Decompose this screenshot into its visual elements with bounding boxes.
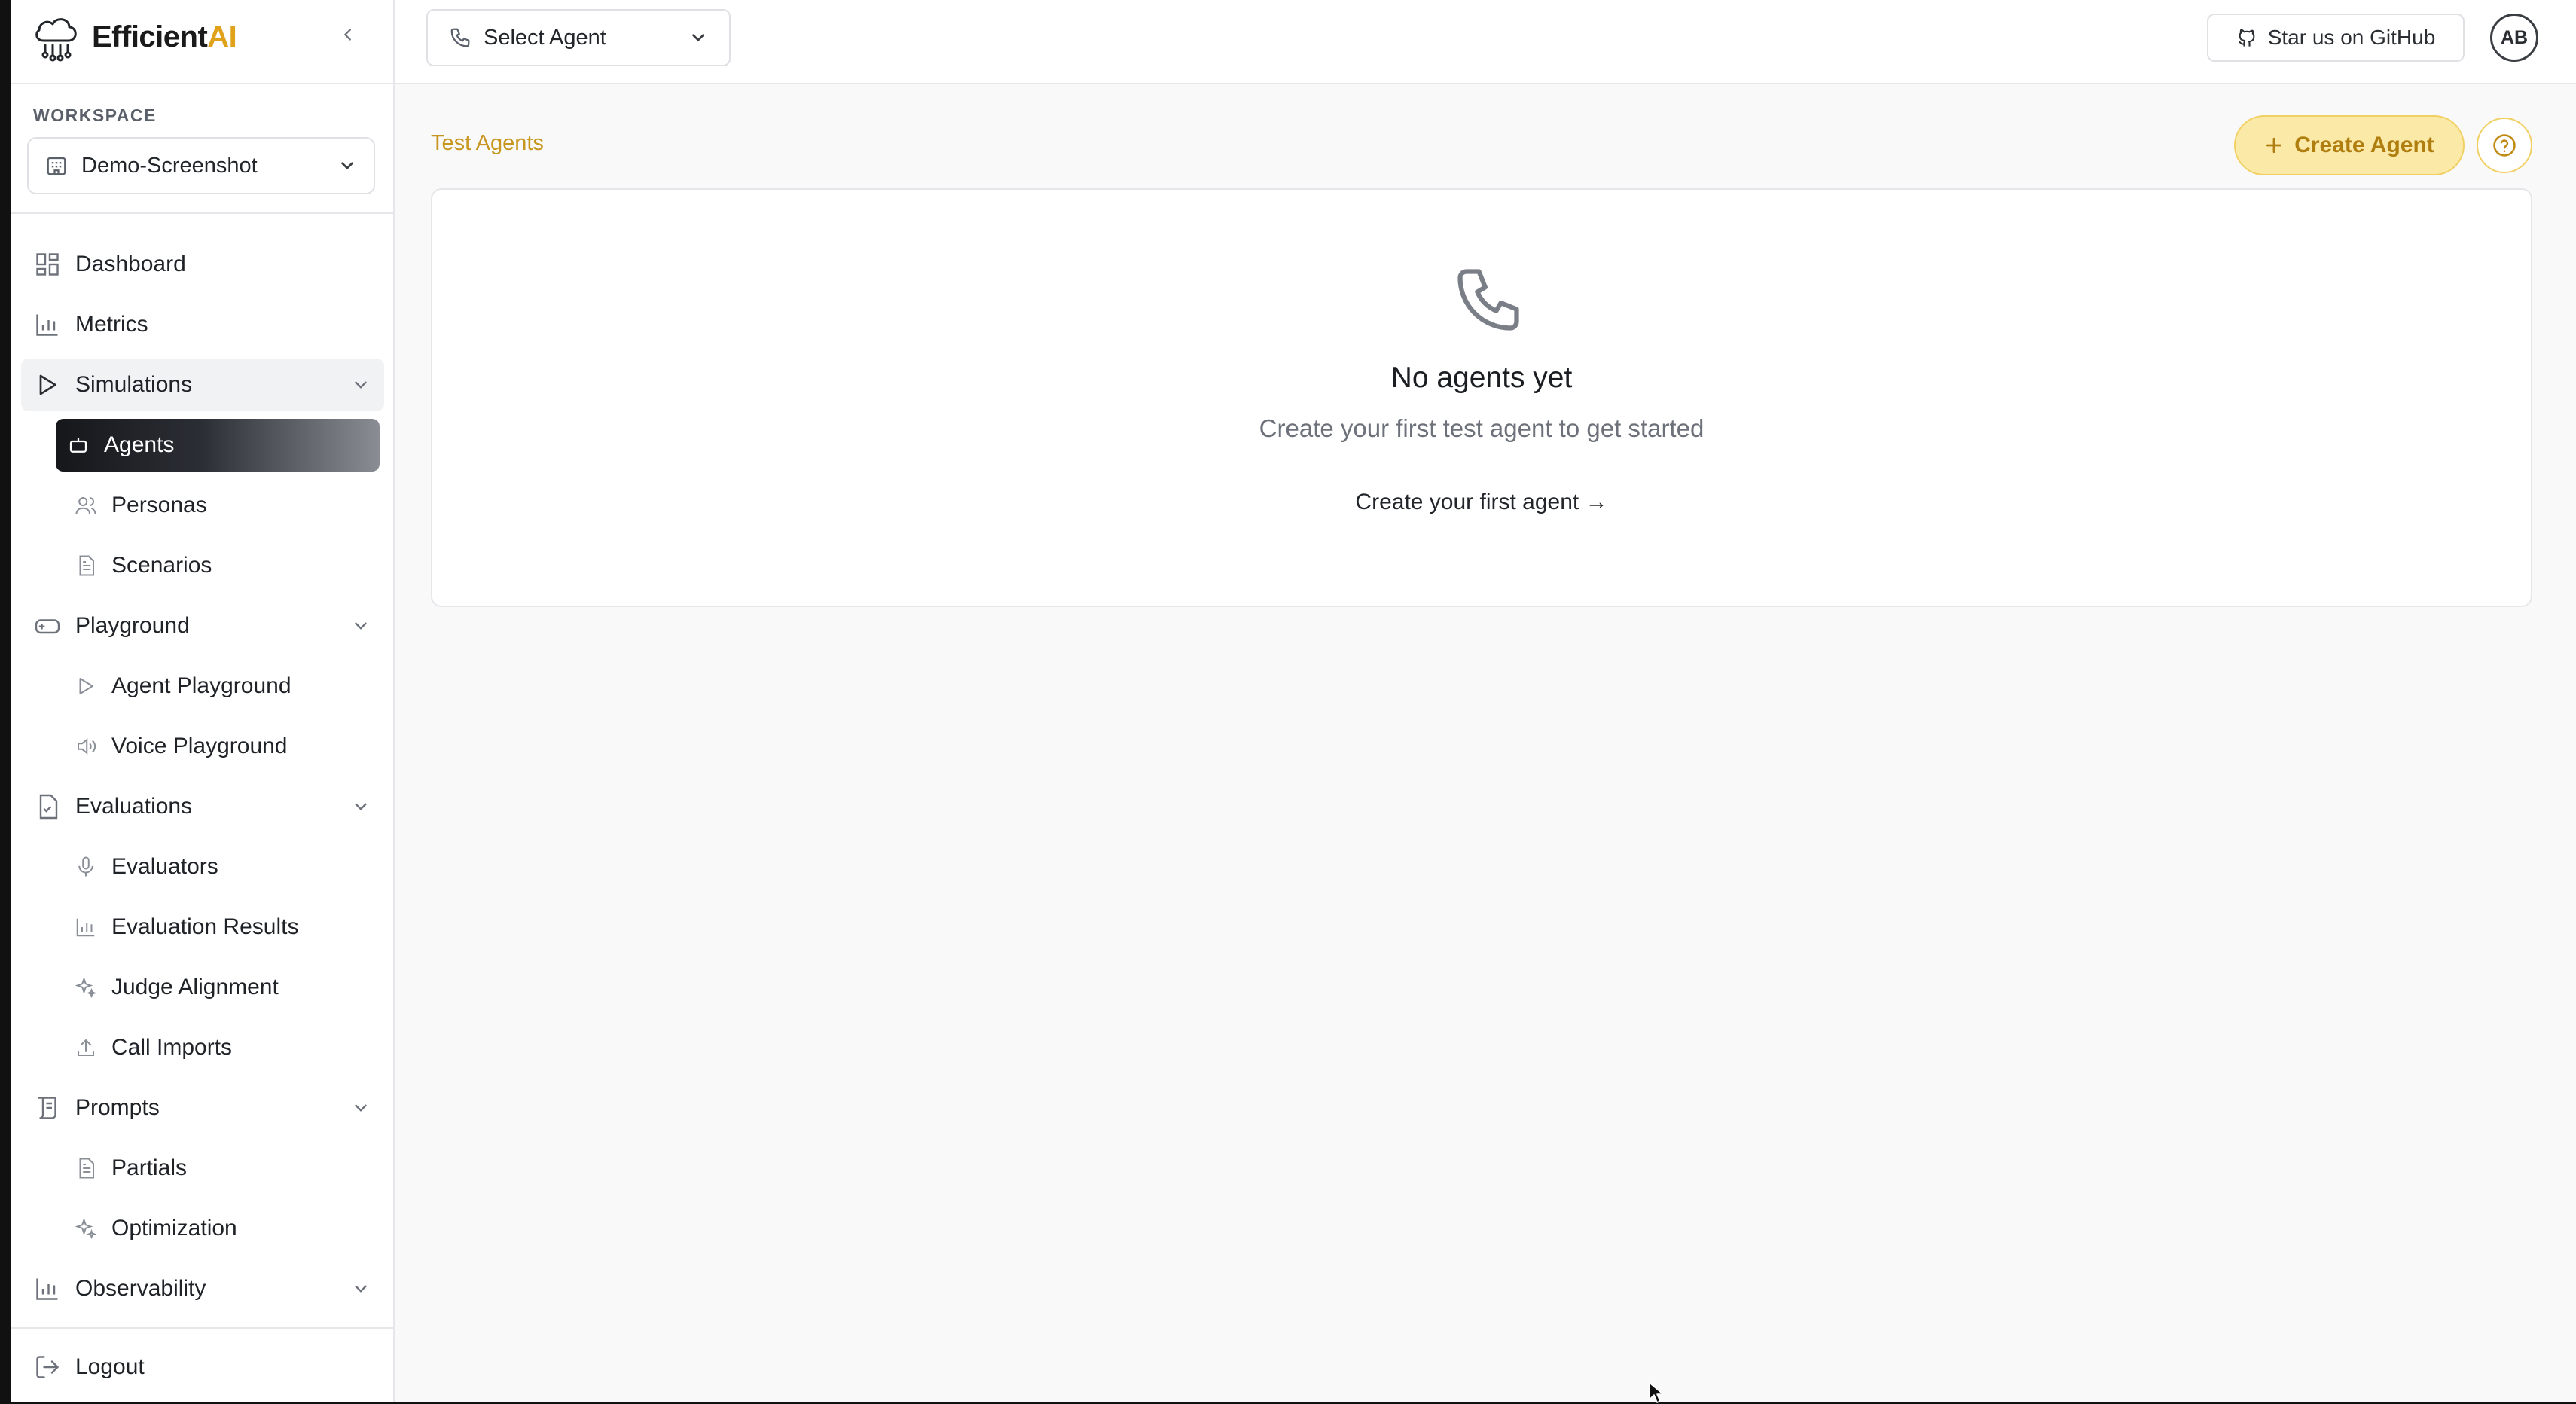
empty-state-title: No agents yet [1390,362,1573,394]
sidebar-item-label: Observability [75,1276,206,1301]
file-check-icon [33,792,62,821]
bar-chart-icon [33,310,62,339]
sidebar-item-call-imports[interactable]: Call Imports [21,1021,384,1074]
workspace-select[interactable]: Demo-Screenshot [27,137,375,194]
phone-icon [1457,269,1519,331]
building-icon [47,157,66,176]
sidebar-item-agents[interactable]: Agents [56,419,380,472]
sidebar-item-evaluation-results[interactable]: Evaluation Results [21,901,384,954]
divider [11,212,393,214]
app-window: EfficientAI WORKSPACE Demo-Screenshot Da… [11,0,2576,1403]
agent-select-label: Select Agent [484,25,606,50]
sidebar-item-simulations[interactable]: Simulations [21,359,384,411]
help-icon [2493,134,2516,157]
play-icon [33,371,62,399]
github-star-label: Star us on GitHub [2267,26,2436,49]
bot-icon [66,433,90,457]
sidebar-item-label: Judge Alignment [111,975,279,1000]
sidebar-item-scenarios[interactable]: Scenarios [21,539,384,592]
chevron-down-icon [355,622,367,630]
top-bar: Select Agent Star us on GitHub AB [395,0,2576,84]
phone-icon [450,28,470,47]
create-agent-label: Create Agent [2294,133,2434,157]
sparkles-icon [74,1216,98,1241]
sidebar-item-playground[interactable]: Playground [21,600,384,652]
chevron-left-icon [343,29,351,41]
workspace-value: Demo-Screenshot [81,153,258,178]
create-agent-button[interactable]: Create Agent [2234,115,2465,176]
empty-state-subtitle: Create your first test agent to get star… [1259,414,1705,442]
speaker-icon [74,734,98,758]
logout-icon [33,1353,62,1381]
divider [11,83,393,84]
sidebar-item-label: Personas [111,493,207,517]
sidebar-item-label: Evaluation Results [111,914,299,939]
cloud-logo-icon [35,18,77,62]
play-icon [74,674,98,698]
sidebar-item-label: Simulations [75,372,193,397]
scroll-icon [33,1094,62,1122]
sidebar-item-evaluations[interactable]: Evaluations [21,780,384,833]
collapse-sidebar-button[interactable] [334,21,362,48]
sidebar-item-optimization[interactable]: Optimization [21,1202,384,1255]
sidebar-item-prompts[interactable]: Prompts [21,1082,384,1134]
sidebar-item-label: Optimization [111,1216,237,1241]
mouse-cursor-icon [1649,1382,1664,1403]
sparkles-icon [74,975,98,1000]
bar-chart-icon [74,915,98,939]
sidebar-item-label: Evaluators [111,854,218,879]
dashboard-icon [33,250,62,279]
microphone-icon [74,855,98,879]
document-icon [74,554,98,578]
logout-label: Logout [75,1354,145,1379]
sidebar-item-partials[interactable]: Partials [21,1142,384,1195]
sidebar-item-label: Playground [75,613,190,638]
sidebar-item-agent-playground[interactable]: Agent Playground [21,660,384,713]
user-avatar[interactable]: AB [2490,14,2538,62]
plus-icon [2266,137,2282,154]
github-icon [2238,29,2255,47]
sidebar-item-label: Agents [104,432,175,457]
bar-chart-icon [33,1274,62,1303]
sidebar-item-evaluators[interactable]: Evaluators [21,841,384,893]
empty-state-card: No agents yet Create your first test age… [431,188,2532,607]
github-star-button[interactable]: Star us on GitHub [2207,14,2465,62]
chevron-down-icon [355,803,367,810]
chevron-down-icon [355,1285,367,1293]
sidebar-item-voice-playground[interactable]: Voice Playground [21,720,384,773]
logout-button[interactable]: Logout [21,1341,145,1393]
sidebar-item-observability[interactable]: Observability [21,1262,384,1315]
sidebar-item-label: Voice Playground [111,734,288,758]
brand-logo[interactable]: EfficientAI [30,11,237,63]
sidebar-item-label: Dashboard [75,252,186,276]
sidebar-item-label: Metrics [75,312,148,337]
sidebar-item-label: Scenarios [111,553,212,578]
document-icon [74,1156,98,1180]
upload-icon [74,1036,98,1060]
brand-name: EfficientAI [92,20,237,53]
gamepad-icon [33,612,62,640]
help-button[interactable] [2477,118,2532,173]
sidebar-item-label: Evaluations [75,794,193,819]
sidebar-item-judge-alignment[interactable]: Judge Alignment [21,961,384,1014]
agent-select[interactable]: Select Agent [426,9,731,66]
divider [11,1327,393,1329]
sidebar: EfficientAI WORKSPACE Demo-Screenshot Da… [11,0,395,1402]
chevron-down-icon [692,34,704,42]
create-first-agent-link[interactable]: Create your first agent → [432,490,2531,515]
sidebar-item-label: Call Imports [111,1035,233,1060]
users-icon [74,493,98,517]
chevron-down-icon [355,381,367,389]
chevron-down-icon [341,162,353,170]
sidebar-item-label: Prompts [75,1095,160,1120]
chevron-down-icon [355,1104,367,1112]
sidebar-item-dashboard[interactable]: Dashboard [21,238,384,291]
sidebar-item-metrics[interactable]: Metrics [21,298,384,351]
sidebar-item-personas[interactable]: Personas [21,479,384,532]
workspace-label: WORKSPACE [33,105,157,125]
sidebar-item-label: Agent Playground [111,673,291,698]
page-title: Test Agents [431,131,544,155]
sidebar-item-label: Partials [111,1155,188,1180]
